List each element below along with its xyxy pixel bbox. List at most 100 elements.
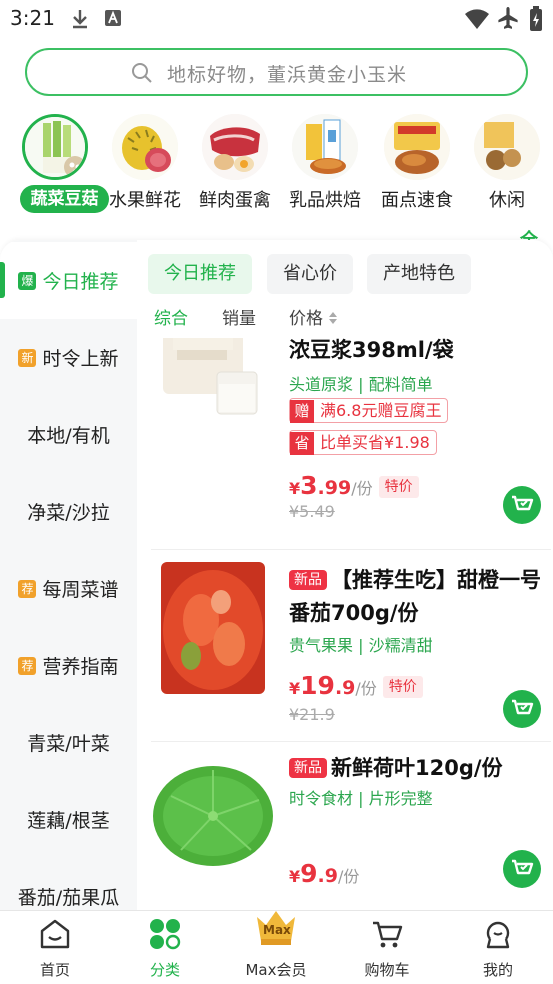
tab-today-recommend[interactable]: 今日推荐 xyxy=(148,254,252,294)
sidebar-item-seasonal-new[interactable]: 新 时令上新 xyxy=(0,319,137,396)
product-title-text: 新鲜荷叶120g/份 xyxy=(331,756,503,780)
category-vegetables[interactable]: 蔬菜豆菇 xyxy=(10,110,109,220)
category-snacks[interactable]: 休闲 xyxy=(462,110,552,220)
product-card[interactable]: 浓豆浆398ml/袋 头道原浆 | 配料简单 赠满6.8元赠豆腐王 省比单买省¥… xyxy=(151,338,551,550)
price-currency: ¥ xyxy=(289,867,301,886)
product-title: 浓豆浆398ml/袋 xyxy=(289,338,454,362)
recommend-tag: 荐 xyxy=(18,579,37,598)
nav-label: 购物车 xyxy=(364,961,410,979)
category-label: 面点速食 xyxy=(381,190,453,211)
crown-text: Max xyxy=(263,923,291,937)
category-strip: 蔬菜豆菇 水果鲜花 鲜肉蛋禽 乳品烘焙 面点速食 休闲 xyxy=(0,110,553,314)
sidebar-item-roots[interactable]: 莲藕/根茎 xyxy=(0,781,137,858)
nav-label: Max会员 xyxy=(245,961,307,979)
price-integer: 9 xyxy=(300,859,318,888)
nav-profile[interactable]: 我的 xyxy=(443,911,553,984)
sidebar-item-label: 本地/有机 xyxy=(27,425,110,447)
sidebar-item-label: 时令上新 xyxy=(42,348,119,370)
sort-comprehensive[interactable]: 综合 xyxy=(154,304,188,329)
download-icon xyxy=(73,10,87,29)
sort-arrows-icon xyxy=(329,312,338,324)
nav-cart[interactable]: 购物车 xyxy=(332,911,442,984)
product-title: 新品 【推荐生吃】甜橙一号番茄700g/份 xyxy=(289,564,551,630)
bottom-navigation: 首页 分类 Max Max会员 购物车 我的 xyxy=(0,910,553,984)
product-image-soymilk xyxy=(159,338,267,416)
product-price: ¥3.99/份 特价 xyxy=(289,471,419,500)
nav-home[interactable]: 首页 xyxy=(0,911,110,984)
price-decimal: .99 xyxy=(317,477,352,499)
nav-label: 分类 xyxy=(149,961,180,979)
tab-local-specialty[interactable]: 产地特色 xyxy=(367,254,471,294)
vegetables-image xyxy=(22,114,88,180)
product-price: ¥19.9/份 特价 xyxy=(289,671,423,700)
price-decimal: .9 xyxy=(317,865,338,887)
promo-key: 赠 xyxy=(290,400,314,423)
hot-tag: 爆 xyxy=(18,271,37,290)
home-icon xyxy=(40,919,70,949)
sort-sales[interactable]: 销量 xyxy=(222,304,256,329)
category-label: 水果鲜花 xyxy=(109,190,181,211)
new-tag: 新 xyxy=(18,348,37,367)
sort-price[interactable]: 价格 xyxy=(289,304,338,329)
sidebar-item-leafy-greens[interactable]: 青菜/叶菜 xyxy=(0,704,137,781)
sidebar-item-nutrition-guide[interactable]: 荐 营养指南 xyxy=(0,627,137,704)
airplane-icon xyxy=(498,7,518,29)
add-to-cart-button[interactable] xyxy=(503,850,541,888)
new-badge: 新品 xyxy=(289,758,327,778)
category-icon xyxy=(150,919,181,950)
category-dairy-bakery[interactable]: 乳品烘焙 xyxy=(280,110,370,220)
sidebar-item-weekly-recipes[interactable]: 荐 每周菜谱 xyxy=(0,550,137,627)
nav-max-member[interactable]: Max Max会员 xyxy=(221,911,331,984)
active-indicator xyxy=(0,262,5,298)
app-notification-icon xyxy=(105,10,121,26)
price-decimal: .9 xyxy=(334,677,356,699)
new-badge: 新品 xyxy=(289,570,327,590)
cart-icon xyxy=(512,495,534,511)
sidebar-item-label: 每周菜谱 xyxy=(42,579,119,601)
product-card[interactable]: 新品 【推荐生吃】甜橙一号番茄700g/份 贵气果果 | 沙糯清甜 ¥19.9/份… xyxy=(151,550,551,742)
category-noodles-quickfood[interactable]: 面点速食 xyxy=(372,110,462,220)
sidebar-item-label: 今日推荐 xyxy=(42,271,119,293)
cart-icon xyxy=(512,859,534,875)
sidebar-item-today-recommend[interactable]: 爆 今日推荐 xyxy=(0,242,137,319)
nav-label: 我的 xyxy=(482,961,513,979)
product-list: 浓豆浆398ml/袋 头道原浆 | 配料简单 赠满6.8元赠豆腐王 省比单买省¥… xyxy=(137,338,553,910)
product-card[interactable]: 新品 新鲜荷叶120g/份 时令食材 | 片形完整 ¥9.9/份 xyxy=(151,742,551,910)
nav-label: 首页 xyxy=(39,961,70,979)
price-unit: /份 xyxy=(355,679,377,698)
meat-image xyxy=(202,114,268,180)
tab-value-price[interactable]: 省心价 xyxy=(267,254,353,294)
category-fruits-flowers[interactable]: 水果鲜花 xyxy=(100,110,190,220)
sidebar-item-prepped-salad[interactable]: 净菜/沙拉 xyxy=(0,473,137,550)
sidebar-item-label: 营养指南 xyxy=(42,656,119,678)
category-label: 鲜肉蛋禽 xyxy=(199,190,271,211)
add-to-cart-button[interactable] xyxy=(503,486,541,524)
search-placeholder: 地标好物，董浜黄金小玉米 xyxy=(167,64,408,86)
search-bar[interactable]: 地标好物，董浜黄金小玉米 xyxy=(25,48,528,96)
add-to-cart-button[interactable] xyxy=(503,690,541,728)
sidebar-item-nightshades[interactable]: 番茄/茄果瓜 xyxy=(0,858,137,910)
product-subtitle: 贵气果果 | 沙糯清甜 xyxy=(289,636,433,655)
product-subtitle: 头道原浆 | 配料简单 xyxy=(289,375,433,394)
product-image-tomato xyxy=(161,562,265,694)
fruits-image xyxy=(112,114,178,180)
category-label: 蔬菜豆菇 xyxy=(20,185,109,213)
sidebar-item-local-organic[interactable]: 本地/有机 xyxy=(0,396,137,473)
sidebar-item-label: 番茄/茄果瓜 xyxy=(17,887,120,909)
cart-icon xyxy=(373,921,403,948)
special-badge: 特价 xyxy=(378,476,419,498)
product-subtitle: 时令食材 | 片形完整 xyxy=(289,789,433,808)
search-icon xyxy=(132,63,152,83)
price-integer: 19 xyxy=(300,671,335,700)
price-integer: 3 xyxy=(300,471,318,500)
original-price: ¥21.9 xyxy=(289,705,335,724)
wifi-icon xyxy=(465,9,489,29)
category-meat-eggs[interactable]: 鲜肉蛋禽 xyxy=(190,110,280,220)
profile-icon xyxy=(486,921,510,949)
snacks-image xyxy=(474,114,540,180)
recommend-tag: 荐 xyxy=(18,656,37,675)
product-image-lotus-leaf xyxy=(151,760,275,868)
subcategory-sidebar: 爆 今日推荐 新 时令上新 本地/有机 净菜/沙拉 荐 每周菜谱 荐 营养指南 … xyxy=(0,240,137,910)
special-badge: 特价 xyxy=(382,676,423,698)
nav-category[interactable]: 分类 xyxy=(110,911,220,984)
